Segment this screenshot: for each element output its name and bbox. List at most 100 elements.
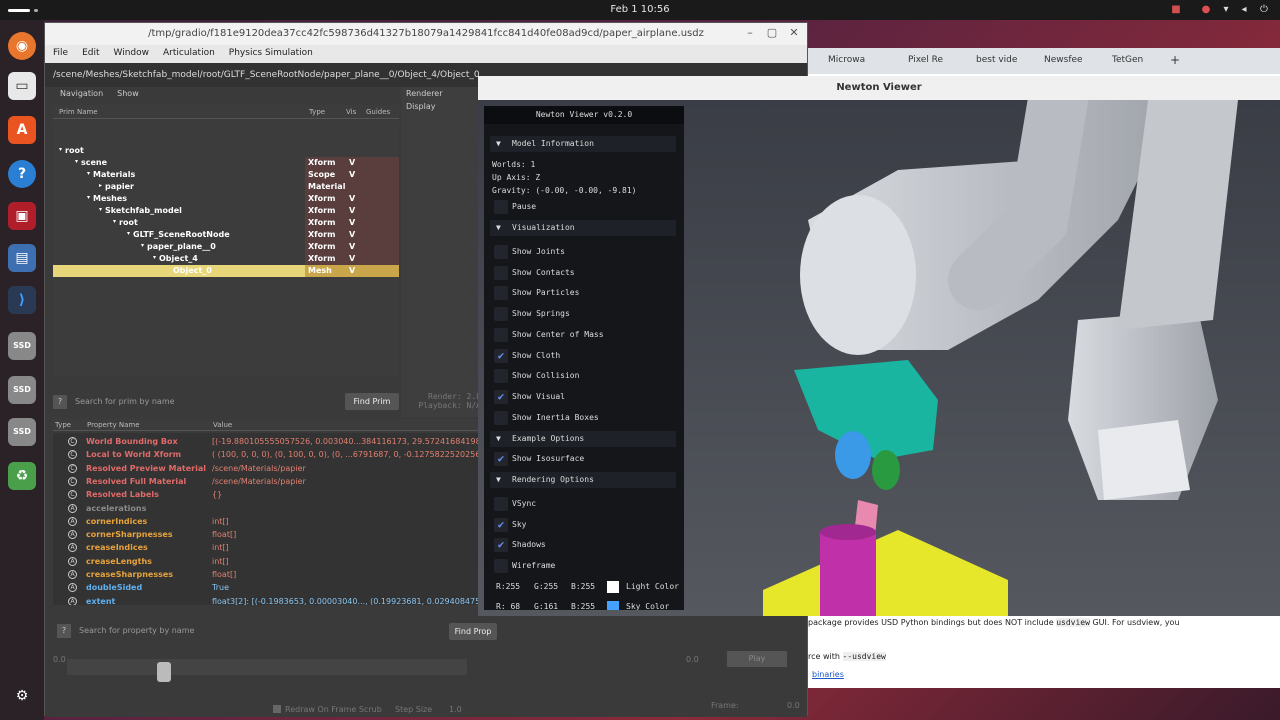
chrome-tab[interactable]: best vide <box>976 55 1017 65</box>
property-row[interactable]: AcreaseSharpnesses float[] <box>53 568 479 581</box>
property-row[interactable]: C Resolved Labels {} <box>53 488 479 501</box>
show-tab[interactable]: Show <box>110 87 146 100</box>
property-row[interactable]: Aaccelerations <box>53 502 479 515</box>
prim-vis[interactable]: V <box>349 206 355 215</box>
new-tab-icon[interactable]: + <box>1170 53 1180 67</box>
mic-icon[interactable]: ● <box>1200 4 1212 16</box>
col-vis[interactable]: Vis <box>346 108 356 116</box>
tree-row[interactable]: ▾ paper_plane__0 Xform V <box>53 241 399 253</box>
chrome-tab[interactable]: Microwa <box>828 55 865 65</box>
find-prop-button[interactable]: Find Prop <box>449 623 497 640</box>
color-swatch[interactable] <box>607 601 619 610</box>
files-icon[interactable]: ▭ <box>8 72 36 100</box>
prim-vis[interactable]: V <box>349 266 355 275</box>
navigation-tab[interactable]: Navigation <box>53 87 110 100</box>
tree-row[interactable]: ▾ root <box>53 145 399 157</box>
collapse-arrow-icon[interactable]: ▾ <box>59 146 62 153</box>
checkbox[interactable]: ✔ <box>494 348 508 363</box>
prim-vis[interactable]: V <box>349 158 355 167</box>
color-g[interactable]: G:255 <box>534 581 558 593</box>
section-header[interactable]: ▼ Model Information <box>490 136 676 152</box>
tree-row[interactable]: ▾ scene Xform V <box>53 157 399 169</box>
drive-icon-3[interactable]: SSD <box>8 418 36 446</box>
property-row[interactable]: Aextent float3[2]: [(-0.1983653, 0.000030… <box>53 595 479 605</box>
expand-arrow-icon[interactable]: ▸ <box>99 182 102 189</box>
collapse-arrow-icon[interactable]: ▾ <box>75 158 78 165</box>
trash-icon[interactable]: ♻ <box>8 462 36 490</box>
show-apps-icon[interactable]: ⚙ <box>8 682 36 710</box>
color-b[interactable]: B:255 <box>571 601 595 610</box>
checkbox[interactable] <box>494 286 508 301</box>
property-row[interactable]: AcreaseIndices int[] <box>53 541 479 554</box>
menu-physics-simulation[interactable]: Physics Simulation <box>221 45 319 58</box>
step-size-input[interactable]: 1.0 <box>449 705 462 714</box>
collapse-arrow-icon[interactable]: ▾ <box>99 206 102 213</box>
prim-vis[interactable]: V <box>349 230 355 239</box>
page-link[interactable]: binaries <box>812 670 844 679</box>
checkbox[interactable]: ✔ <box>494 389 508 404</box>
play-button[interactable]: Play <box>727 651 787 667</box>
network-icon[interactable]: ▤ <box>8 244 36 272</box>
prim-search-input[interactable]: Search for prim by name <box>71 395 341 409</box>
prim-vis[interactable]: V <box>349 170 355 179</box>
chrome-tab[interactable]: Pixel Re <box>908 55 943 65</box>
prim-vis[interactable]: V <box>349 218 355 227</box>
maximize-icon[interactable]: ▢ <box>765 26 779 40</box>
prim-vis[interactable]: V <box>349 254 355 263</box>
activities-indicator[interactable] <box>8 9 30 12</box>
help-icon[interactable]: ? <box>53 395 67 409</box>
col-type[interactable]: Type <box>309 108 325 116</box>
property-row[interactable]: C Local to World Xform ( (100, 0, 0, 0), (… <box>53 448 479 461</box>
workspace-dot[interactable] <box>34 9 38 12</box>
menu-window[interactable]: Window <box>106 45 156 58</box>
col-type[interactable]: Type <box>55 421 71 429</box>
property-search-input[interactable]: Search for property by name <box>75 624 445 638</box>
checkbox[interactable] <box>494 410 508 425</box>
tree-row[interactable]: Object_0 Mesh V <box>53 265 399 277</box>
close-icon[interactable]: ✕ <box>787 26 801 40</box>
section-header[interactable]: ▼ Example Options <box>490 431 676 447</box>
section-header[interactable]: ▼ Rendering Options <box>490 472 676 488</box>
checkbox[interactable]: ✔ <box>494 452 508 466</box>
checkbox[interactable] <box>494 369 508 384</box>
prim-vis[interactable]: V <box>349 194 355 203</box>
color-r[interactable]: R:255 <box>496 581 520 593</box>
minimize-icon[interactable]: – <box>743 26 757 40</box>
terminal-icon[interactable]: ▣ <box>8 202 36 230</box>
checkbox[interactable]: ✔ <box>494 517 508 532</box>
property-row[interactable]: C Resolved Full Material/scene/Materials/… <box>53 475 479 488</box>
property-row[interactable]: C World Bounding Box [(-19.880105555057526… <box>53 435 479 448</box>
checkbox[interactable] <box>494 200 508 214</box>
menu-articulation[interactable]: Articulation <box>155 45 221 58</box>
redraw-checkbox[interactable] <box>273 705 281 713</box>
property-row[interactable]: C Resolved Preview Material/scene/Materia… <box>53 462 479 475</box>
tree-row[interactable]: ▾ Materials Scope V <box>53 169 399 181</box>
chrome-tab[interactable]: Newsfee <box>1044 55 1083 65</box>
tree-row[interactable]: ▾ GLTF_SceneRootNode Xform V <box>53 229 399 241</box>
checkbox[interactable] <box>494 497 508 511</box>
checkbox[interactable] <box>494 307 508 322</box>
clock[interactable]: Feb 1 10:56 <box>0 4 1280 15</box>
checkbox[interactable] <box>494 327 508 342</box>
collapse-arrow-icon[interactable]: ▾ <box>153 254 156 261</box>
property-row[interactable]: AcornerSharpnesses float[] <box>53 528 479 541</box>
slider-handle[interactable] <box>157 662 171 682</box>
vscode-icon[interactable]: ⟩ <box>8 286 36 314</box>
tree-row[interactable]: ▾ Meshes Xform V <box>53 193 399 205</box>
property-row[interactable]: AcornerIndices int[] <box>53 515 479 528</box>
collapse-triangle-icon[interactable]: ▼ <box>496 431 501 447</box>
tree-row[interactable]: ▸ papier Material <box>53 181 399 193</box>
frame-input[interactable]: 0.0 <box>787 701 800 710</box>
menu-file[interactable]: File <box>45 45 74 58</box>
find-prim-button[interactable]: Find Prim <box>345 393 399 410</box>
collapse-arrow-icon[interactable]: ▾ <box>141 242 144 249</box>
col-guides[interactable]: Guides <box>366 108 390 116</box>
collapse-triangle-icon[interactable]: ▼ <box>496 472 501 488</box>
record-icon[interactable]: ■ <box>1170 4 1182 16</box>
display-menu[interactable]: Display <box>401 100 441 113</box>
chrome-tab[interactable]: TetGen <box>1112 55 1143 65</box>
frame-slider[interactable] <box>67 659 467 682</box>
property-row[interactable]: AcreaseLengths int[] <box>53 555 479 568</box>
help-icon[interactable]: ? <box>8 160 36 188</box>
collapse-arrow-icon[interactable]: ▾ <box>87 194 90 201</box>
